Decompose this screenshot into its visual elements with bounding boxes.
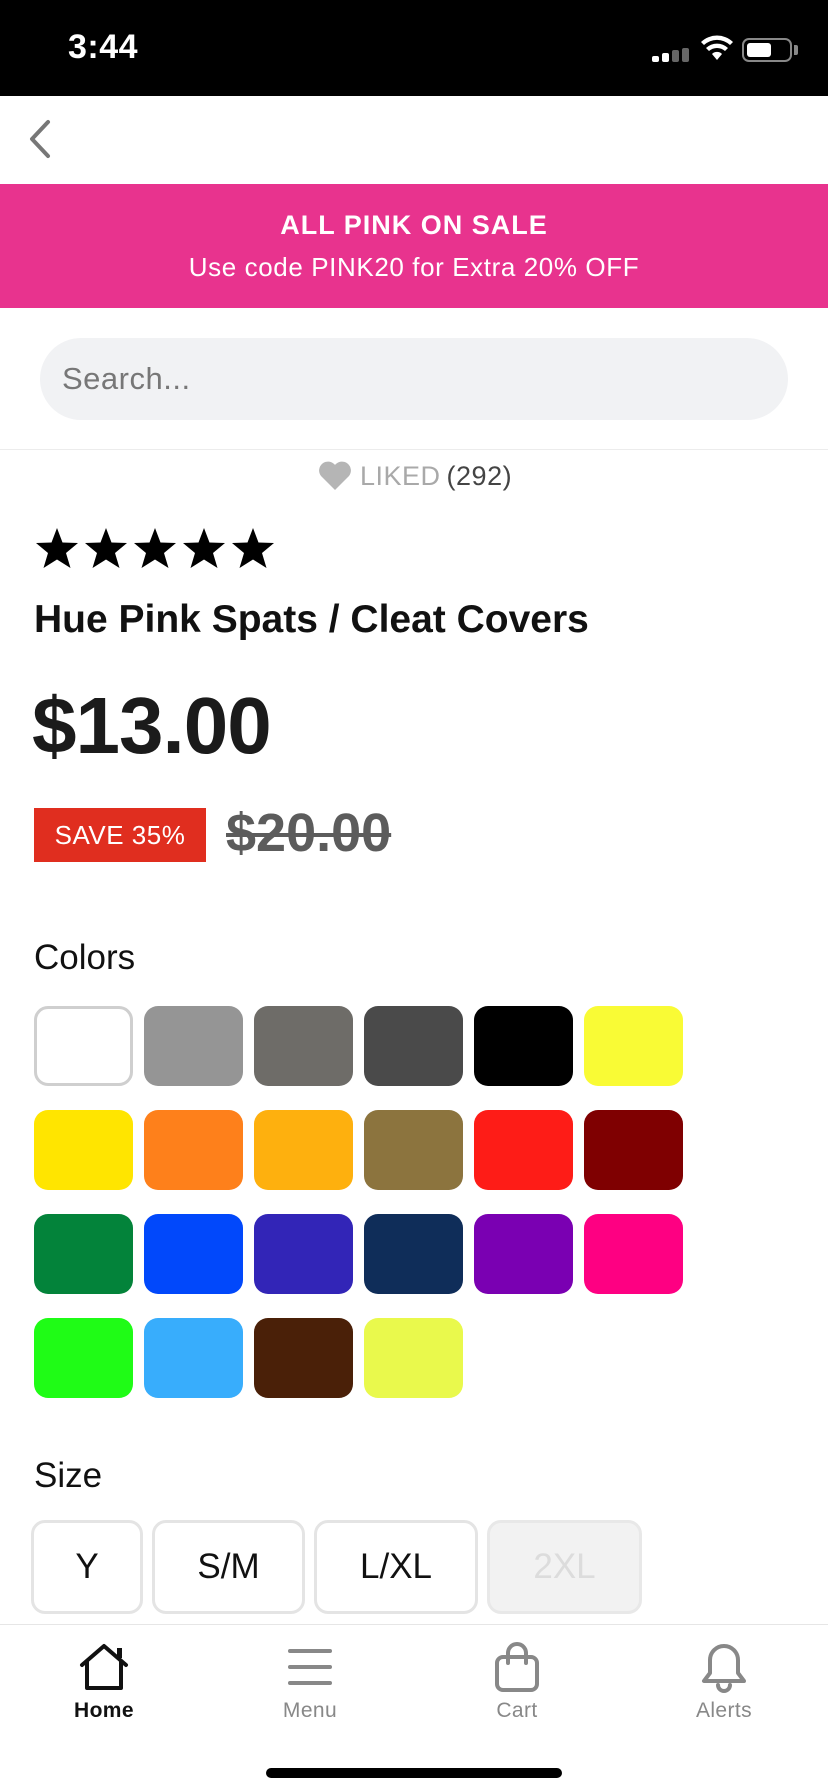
color-swatch[interactable] [254, 1110, 353, 1190]
color-swatch[interactable] [144, 1006, 243, 1086]
color-swatch[interactable] [364, 1006, 463, 1086]
status-time: 3:44 [68, 28, 139, 66]
color-swatch[interactable] [364, 1110, 463, 1190]
back-chevron-icon[interactable] [20, 114, 60, 164]
size-option-s-m[interactable]: S/M [152, 1520, 305, 1614]
promo-subtitle: Use code PINK20 for Extra 20% OFF [188, 252, 640, 282]
bottom-tab-bar: Home Menu Cart Alerts [0, 1624, 828, 1792]
bell-icon [702, 1644, 746, 1693]
color-swatch[interactable] [144, 1318, 243, 1398]
size-option-l-xl[interactable]: L/XL [314, 1520, 478, 1614]
cellular-signal-icon [652, 48, 690, 62]
tab-home[interactable]: Home [34, 1641, 174, 1737]
color-swatch[interactable] [254, 1006, 353, 1086]
colors-label: Colors [34, 938, 136, 977]
search-input[interactable] [40, 338, 788, 420]
size-option-2xl[interactable]: 2XL [487, 1520, 642, 1614]
color-swatch[interactable] [144, 1214, 243, 1294]
color-swatch[interactable] [364, 1214, 463, 1294]
tab-cart[interactable]: Cart [447, 1641, 587, 1737]
battery-icon [742, 38, 792, 62]
color-swatch[interactable] [474, 1006, 573, 1086]
promo-banner[interactable]: ALL PINK ON SALE Use code PINK20 for Ext… [0, 184, 828, 308]
star-icon [36, 528, 78, 568]
tab-home-label: Home [74, 1699, 134, 1722]
liked-label: LIKED [360, 460, 441, 491]
promo-title: ALL PINK ON SALE [280, 210, 548, 240]
color-swatch[interactable] [254, 1214, 353, 1294]
home-indicator [266, 1768, 562, 1778]
color-swatch[interactable] [474, 1110, 573, 1190]
color-swatch[interactable] [34, 1006, 133, 1086]
size-label: Size [34, 1456, 103, 1495]
like-button[interactable]: LIKED (292) [318, 456, 512, 496]
wifi-icon [701, 35, 733, 60]
status-bar: 3:44 [0, 0, 828, 96]
liked-count: (292) [446, 460, 513, 491]
star-icon [85, 528, 127, 568]
tab-cart-label: Cart [496, 1699, 538, 1722]
heart-icon [319, 461, 351, 490]
product-title: Hue Pink Spats / Cleat Covers [34, 598, 589, 641]
save-badge: SAVE 35% [34, 808, 206, 862]
tab-menu[interactable]: Menu [240, 1641, 380, 1737]
search-bar [0, 308, 828, 450]
battery-tip [794, 45, 798, 55]
rating-stars [34, 526, 279, 570]
star-icon [134, 528, 176, 568]
color-swatch[interactable] [34, 1318, 133, 1398]
color-swatch[interactable] [34, 1110, 133, 1190]
app-screen: 3:44 ALL PINK ON SALE Use code PINK20 fo… [0, 0, 828, 1792]
product-price: $13.00 [32, 681, 272, 770]
color-swatch[interactable] [474, 1214, 573, 1294]
color-swatch[interactable] [584, 1214, 683, 1294]
color-swatch[interactable] [364, 1318, 463, 1398]
shopping-bag-icon [495, 1642, 539, 1692]
original-price: $20.00 [226, 803, 392, 863]
tab-alerts[interactable]: Alerts [654, 1641, 794, 1737]
color-swatch[interactable] [34, 1214, 133, 1294]
color-swatch[interactable] [584, 1006, 683, 1086]
star-icon [183, 528, 225, 568]
star-icon [232, 528, 274, 568]
color-swatch[interactable] [144, 1110, 243, 1190]
home-icon [80, 1644, 128, 1690]
color-swatch[interactable] [254, 1318, 353, 1398]
tab-alerts-label: Alerts [695, 1699, 753, 1722]
nav-bar [0, 96, 828, 184]
tab-menu-label: Menu [282, 1699, 338, 1722]
size-option-y[interactable]: Y [31, 1520, 143, 1614]
color-swatch[interactable] [584, 1110, 683, 1190]
menu-icon [288, 1649, 332, 1685]
